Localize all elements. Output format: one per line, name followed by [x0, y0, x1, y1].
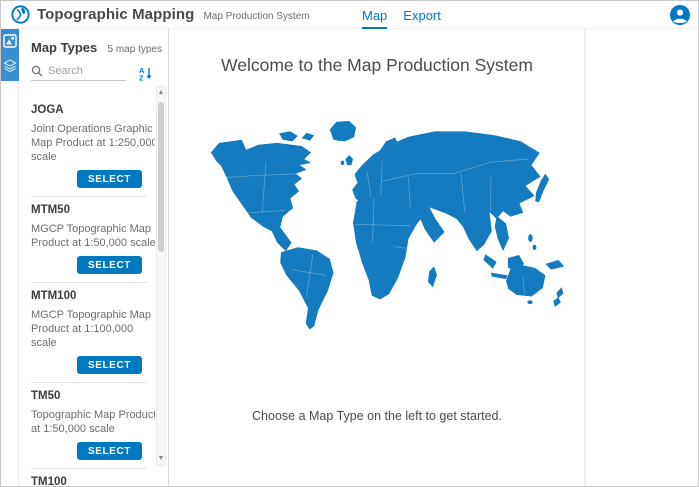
search-input[interactable] [48, 65, 120, 77]
map-type-description: Topographic Map Product at 1:50,000 scal… [31, 408, 155, 436]
panel-title: Map Types [31, 40, 97, 55]
map-types-panel: Map Types 5 map types A Z JOG [19, 29, 169, 486]
select-button[interactable]: SELECT [77, 442, 142, 460]
map-type-list: JOGA Joint Operations Graphic Map Produc… [19, 95, 155, 486]
map-type-name: TM50 [31, 390, 147, 402]
app-title: Topographic Mapping [37, 6, 194, 23]
map-type-name: MTM50 [31, 204, 147, 216]
select-button[interactable]: SELECT [77, 356, 142, 374]
select-button-row: SELECT [31, 356, 147, 374]
select-button[interactable]: SELECT [77, 256, 142, 274]
app-subtitle: Map Production System [203, 8, 309, 22]
map-type-description: Joint Operations Graphic Map Product at … [31, 122, 155, 164]
map-type-item: JOGA Joint Operations Graphic Map Produc… [31, 97, 147, 197]
select-button[interactable]: SELECT [77, 170, 142, 188]
map-type-item: TM50 Topographic Map Product at 1:50,000… [31, 383, 147, 469]
scrollbar-thumb[interactable] [158, 102, 164, 252]
app-window: Topographic Mapping Map Production Syste… [0, 0, 699, 487]
map-type-description: MGCP Topographic Map Product at 1:50,000… [31, 222, 155, 250]
map-widget-icon[interactable] [1, 29, 19, 53]
top-nav: Map Export [362, 1, 441, 29]
chevron-down-icon[interactable]: ▼ [157, 453, 165, 465]
sort-az-icon[interactable]: A Z [138, 66, 153, 81]
user-account-icon[interactable] [670, 5, 690, 25]
map-type-count: 5 map types [108, 44, 162, 55]
map-type-description: MGCP Topographic Map Product at 1:100,00… [31, 308, 155, 350]
list-scrollbar[interactable]: ▲ ▼ [156, 86, 166, 466]
map-type-item: MTM100 MGCP Topographic Map Product at 1… [31, 283, 147, 383]
world-map-graphic [206, 116, 581, 331]
select-button-row: SELECT [31, 442, 147, 460]
chevron-up-icon[interactable]: ▲ [157, 87, 165, 99]
map-type-item: MTM50 MGCP Topographic Map Product at 1:… [31, 197, 147, 283]
layers-icon[interactable] [1, 53, 19, 77]
select-button-row: SELECT [31, 170, 147, 188]
map-type-name: MTM100 [31, 290, 147, 302]
widget-rail-active-group [1, 29, 19, 81]
select-button-row: SELECT [31, 256, 147, 274]
map-type-name: JOGA [31, 104, 147, 116]
svg-text:Z: Z [139, 73, 144, 81]
app-header: Topographic Mapping Map Production Syste… [1, 1, 698, 29]
map-type-name: TM100 [31, 476, 147, 486]
search-icon [31, 65, 43, 77]
main-area: Welcome to the Map Production System [170, 29, 698, 486]
instruction-text: Choose a Map Type on the left to get sta… [170, 409, 584, 423]
globe-icon [11, 5, 30, 24]
nav-tab-export[interactable]: Export [403, 1, 441, 29]
welcome-title: Welcome to the Map Production System [170, 29, 584, 76]
widget-rail [1, 29, 19, 486]
welcome-panel: Welcome to the Map Production System [170, 29, 584, 486]
content-divider [584, 29, 586, 486]
map-type-item: TM100 [31, 469, 147, 486]
nav-tab-map[interactable]: Map [362, 1, 387, 29]
